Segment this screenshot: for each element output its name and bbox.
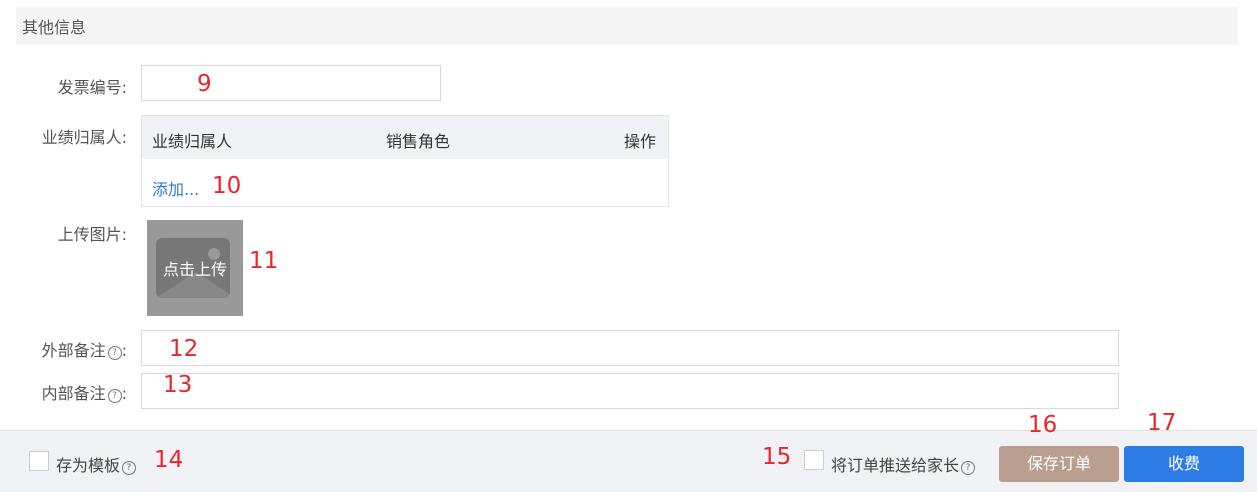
- annotation-17: 17: [1147, 410, 1177, 436]
- internal-note-input[interactable]: [141, 373, 1119, 409]
- annotation-10: 10: [212, 173, 242, 199]
- internal-note-text: 内部备注: [41, 384, 106, 403]
- annotation-13: 13: [163, 372, 193, 398]
- annotation-12: 12: [169, 336, 199, 362]
- upload-text: 点击上传: [162, 260, 227, 279]
- push-to-parent-checkbox[interactable]: [804, 450, 824, 470]
- save-template-label: 存为模板?: [56, 452, 137, 476]
- external-note-text: 外部备注: [41, 341, 106, 360]
- annotation-11: 11: [249, 248, 279, 274]
- help-circle-icon[interactable]: ?: [961, 461, 976, 475]
- charge-button[interactable]: 收费: [1124, 446, 1244, 482]
- internal-note-colon: :: [121, 384, 127, 403]
- push-to-parent-label: 将订单推送给家长?: [831, 452, 976, 476]
- annotation-14: 14: [154, 447, 184, 473]
- section-header: 其他信息: [16, 7, 1238, 45]
- invoice-label: 发票编号:: [57, 78, 127, 97]
- external-note-input[interactable]: [141, 330, 1119, 366]
- col-action: 操作: [623, 132, 656, 151]
- performance-label: 业绩归属人:: [41, 128, 127, 147]
- save-template-checkbox[interactable]: [29, 451, 49, 471]
- external-note-label: 外部备注?:: [42, 337, 127, 361]
- save-order-button[interactable]: 保存订单: [999, 446, 1119, 482]
- annotation-9: 9: [197, 71, 212, 97]
- external-note-colon: :: [121, 341, 127, 360]
- internal-note-label: 内部备注?:: [42, 380, 127, 404]
- upload-label: 上传图片:: [57, 225, 127, 244]
- add-performance-link[interactable]: 添加...: [152, 176, 199, 200]
- push-to-parent-text: 将订单推送给家长: [831, 456, 960, 475]
- upload-image-button[interactable]: 点击上传: [147, 220, 243, 316]
- invoice-number-input[interactable]: [141, 65, 441, 101]
- save-template-text: 存为模板: [56, 456, 121, 475]
- col-sales-role: 销售角色: [386, 132, 451, 151]
- table-header: 业绩归属人 销售角色 操作: [142, 116, 668, 159]
- help-circle-icon[interactable]: ?: [107, 346, 122, 360]
- annotation-15: 15: [762, 444, 792, 470]
- help-circle-icon[interactable]: ?: [107, 389, 122, 403]
- col-performance-owner: 业绩归属人: [152, 132, 233, 151]
- help-circle-icon[interactable]: ?: [122, 461, 137, 475]
- footer-bar: 存为模板? 14 15 将订单推送给家长? 保存订单 收费: [0, 430, 1257, 492]
- annotation-16: 16: [1028, 412, 1058, 438]
- section-title: 其他信息: [22, 18, 87, 37]
